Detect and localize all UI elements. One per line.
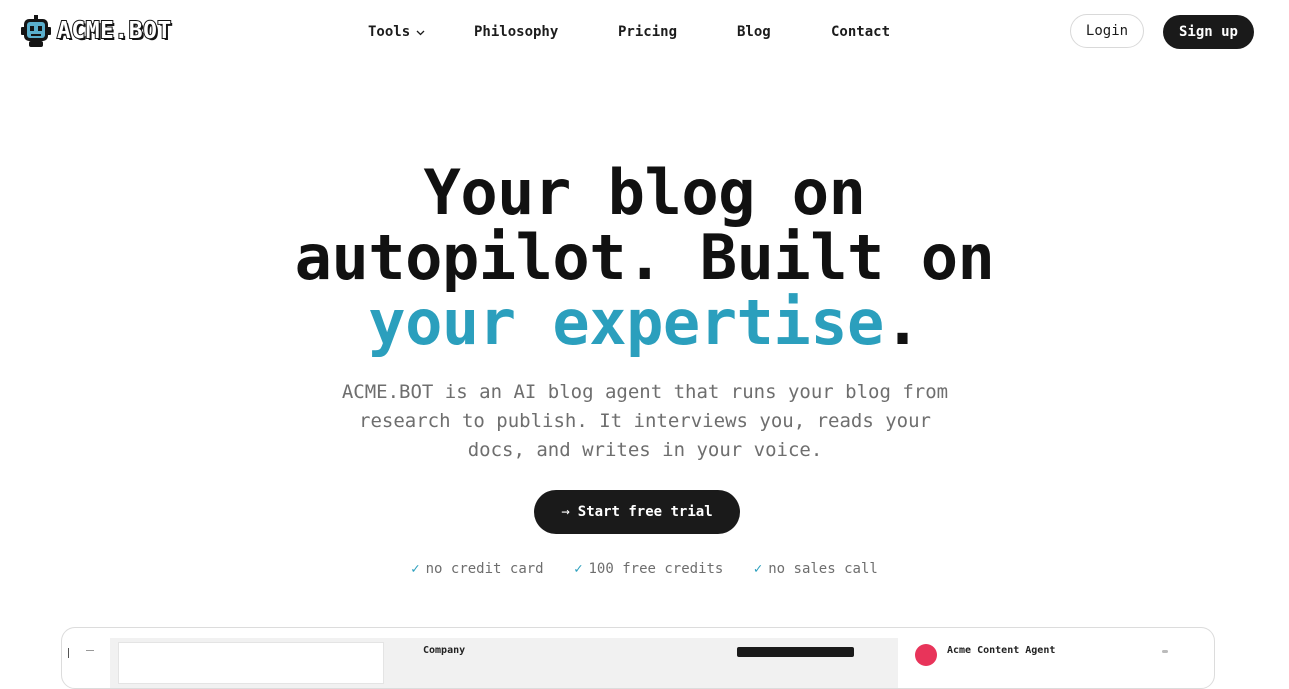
- cta-label: Start free trial: [577, 504, 713, 520]
- signup-button[interactable]: Sign up: [1163, 15, 1254, 49]
- preview-toolbar-bar: [737, 647, 854, 657]
- preview-divider: [68, 648, 69, 658]
- logo[interactable]: ACME.BOT: [21, 15, 172, 47]
- check-icon: ✓: [753, 561, 763, 577]
- start-free-trial-button[interactable]: → Start free trial: [534, 490, 740, 534]
- perk-label: 100 free credits: [588, 561, 724, 577]
- agent-avatar: [915, 644, 937, 666]
- hero-title-line1: Your blog on: [423, 156, 866, 229]
- preview-collapse-icon: [86, 650, 94, 651]
- chevron-down-icon: [416, 30, 425, 36]
- nav-philosophy[interactable]: Philosophy: [474, 23, 558, 41]
- nav-pricing[interactable]: Pricing: [618, 23, 677, 41]
- nav-tools-label: Tools: [368, 24, 411, 40]
- robot-logo-icon: [21, 15, 51, 47]
- perks-list: ✓ no credit card ✓ 100 free credits ✓ no sa…: [0, 561, 1289, 577]
- preview-agent-name: Acme Content Agent: [947, 645, 1056, 656]
- perk-item: ✓ no sales call: [754, 561, 878, 577]
- nav-blog[interactable]: Blog: [737, 23, 771, 41]
- preview-company-label: Company: [423, 645, 466, 656]
- hero-title-accent: your expertise: [368, 286, 884, 359]
- perk-item: ✓ 100 free credits: [574, 561, 723, 577]
- hero-title-period: .: [883, 286, 921, 359]
- logo-text: ACME.BOT: [56, 17, 172, 45]
- login-button[interactable]: Login: [1070, 14, 1144, 48]
- nav-tools[interactable]: Tools: [368, 23, 425, 41]
- perk-item: ✓ no credit card: [411, 561, 543, 577]
- check-icon: ✓: [574, 561, 583, 577]
- app-preview: Company Acme Content Agent: [61, 627, 1215, 689]
- preview-search-input: [118, 642, 384, 684]
- perk-label: no credit card: [425, 561, 544, 577]
- nav-contact[interactable]: Contact: [831, 23, 890, 41]
- arrow-right-icon: →: [561, 504, 570, 520]
- hero-title-line2: autopilot. Built on: [294, 221, 995, 294]
- hero-subtitle: ACME.BOT is an AI blog agent that runs y…: [341, 381, 949, 461]
- hero-title: Your blog on autopilot. Built on your ex…: [0, 160, 1289, 355]
- perk-label: no sales call: [768, 561, 878, 577]
- check-icon: ✓: [411, 561, 420, 577]
